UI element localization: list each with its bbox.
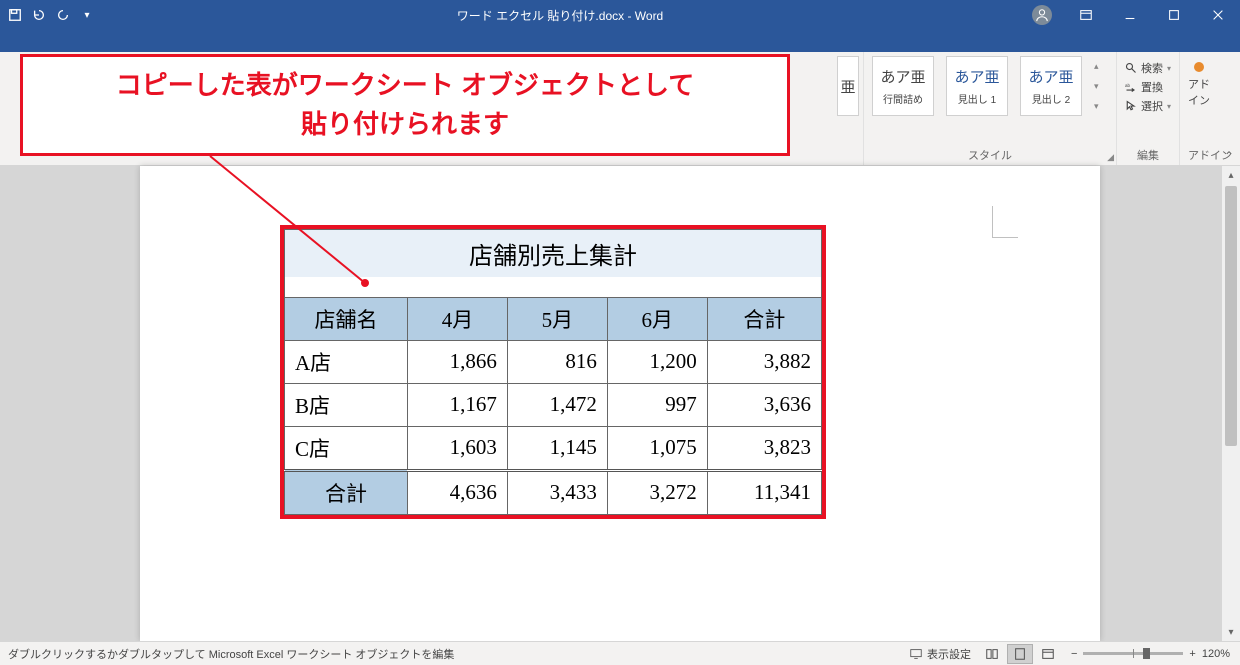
style-nav-glyph: 亜: [840, 76, 855, 97]
col-header: 合計: [707, 297, 821, 340]
table-spacer-row: [285, 277, 822, 297]
style-gallery-more[interactable]: ▴▾▾: [1094, 56, 1108, 116]
monitor-icon: [909, 647, 923, 661]
col-header: 店舗名: [285, 297, 408, 340]
scroll-thumb[interactable]: [1225, 186, 1237, 446]
col-header: 4月: [407, 297, 507, 340]
display-settings-label: 表示設定: [927, 646, 971, 662]
margin-corner-mark: [992, 206, 1018, 238]
style-heading1[interactable]: あア亜 見出し 1: [946, 56, 1008, 116]
table-row: B店1,1671,4729973,636: [285, 383, 822, 426]
style-caption: 見出し 2: [1032, 91, 1070, 106]
minimize-button[interactable]: [1112, 0, 1148, 30]
col-header: 6月: [607, 297, 707, 340]
svg-text:ab: ab: [1125, 83, 1131, 88]
callout-line2: 貼り付けられます: [301, 109, 509, 139]
table-total-row: 合計4,6363,4333,27211,341: [285, 470, 822, 514]
table-row: A店1,8668161,2003,882: [285, 340, 822, 383]
maximize-button[interactable]: [1156, 0, 1192, 30]
view-web-layout[interactable]: [1035, 644, 1061, 664]
view-read-mode[interactable]: [979, 644, 1005, 664]
ribbon-group-styles: あア亜 行間詰め あア亜 見出し 1 あア亜 見出し 2 ▴▾▾ スタイル ◢: [864, 52, 1117, 165]
replace-button[interactable]: ab 置換: [1125, 79, 1171, 95]
group-label-styles: スタイル: [968, 150, 1012, 162]
zoom-percentage[interactable]: 120%: [1202, 648, 1230, 660]
ribbon-group-style-box: 亜: [833, 52, 864, 165]
style-nav-icon[interactable]: 亜: [837, 56, 859, 116]
qat-dropdown-icon[interactable]: ▾: [78, 6, 96, 24]
table-title: 店舗別売上集計: [285, 230, 822, 278]
redo-icon[interactable]: [54, 6, 72, 24]
annotation-callout: コピーした表がワークシート オブジェクトとして貼り付けられます: [20, 54, 790, 156]
close-button[interactable]: [1200, 0, 1236, 30]
select-label: 選択: [1141, 98, 1163, 114]
document-title: ワード エクセル 貼り付け.docx - Word: [96, 7, 1024, 24]
find-label: 検索: [1141, 60, 1163, 76]
style-preview: あア亜: [1028, 66, 1073, 87]
view-print-layout[interactable]: [1007, 644, 1033, 664]
col-header: 5月: [507, 297, 607, 340]
undo-icon[interactable]: [30, 6, 48, 24]
replace-label: 置換: [1141, 79, 1163, 95]
zoom-slider-thumb[interactable]: [1143, 648, 1150, 659]
dialog-launcher-icon[interactable]: ◢: [1107, 152, 1114, 163]
zoom-out-button[interactable]: −: [1071, 648, 1077, 660]
status-bar: ダブルクリックするかダブルタップして Microsoft Excel ワークシー…: [0, 641, 1240, 665]
embedded-table: 店舗別売上集計 店舗名 4月 5月 6月 合計 A店1,8668161,2003…: [284, 229, 822, 515]
table-row: C店1,6031,1451,0753,823: [285, 426, 822, 470]
addin-label: アド イン: [1188, 76, 1210, 108]
vertical-scrollbar[interactable]: ▴ ▾: [1222, 166, 1240, 641]
scroll-down-icon[interactable]: ▾: [1222, 623, 1240, 641]
style-heading2[interactable]: あア亜 見出し 2: [1020, 56, 1082, 116]
document-page[interactable]: 店舗別売上集計 店舗名 4月 5月 6月 合計 A店1,8668161,2003…: [140, 166, 1100, 641]
group-label-editing: 編集: [1137, 150, 1159, 162]
style-normal[interactable]: あア亜 行間詰め: [872, 56, 934, 116]
document-workspace: 店舗別売上集計 店舗名 4月 5月 6月 合計 A店1,8668161,2003…: [0, 166, 1240, 641]
display-settings-button[interactable]: 表示設定: [909, 646, 979, 662]
view-buttons: [979, 644, 1061, 664]
account-button[interactable]: [1024, 0, 1060, 30]
zoom-slider[interactable]: [1083, 652, 1183, 655]
scroll-up-icon[interactable]: ▴: [1222, 166, 1240, 184]
worksheet-object[interactable]: 店舗別売上集計 店舗名 4月 5月 6月 合計 A店1,8668161,2003…: [280, 225, 826, 519]
select-button[interactable]: 選択▾: [1125, 98, 1171, 114]
callout-line1: コピーした表がワークシート オブジェクトとして: [116, 70, 694, 100]
ribbon-tabs[interactable]: [0, 30, 1240, 52]
find-button[interactable]: 検索▾: [1125, 60, 1171, 76]
addins-button[interactable]: アド イン: [1188, 56, 1210, 108]
zoom-control: − + 120%: [1061, 648, 1240, 660]
zoom-in-button[interactable]: +: [1189, 648, 1195, 660]
style-preview: あア亜: [954, 66, 999, 87]
status-message: ダブルクリックするかダブルタップして Microsoft Excel ワークシー…: [0, 646, 909, 662]
user-avatar-icon: [1032, 5, 1052, 25]
title-bar: ▾ ワード エクセル 貼り付け.docx - Word: [0, 0, 1240, 30]
collapse-ribbon-icon[interactable]: ⌃: [1224, 149, 1234, 163]
save-icon[interactable]: [6, 6, 24, 24]
style-caption: 見出し 1: [958, 91, 996, 106]
style-preview: あア亜: [880, 66, 925, 87]
addin-dot-icon: [1194, 62, 1204, 72]
ribbon-display-button[interactable]: [1068, 0, 1104, 30]
ribbon-group-editing: 検索▾ ab 置換 選択▾ 編集: [1117, 52, 1180, 165]
style-caption: 行間詰め: [883, 91, 923, 106]
